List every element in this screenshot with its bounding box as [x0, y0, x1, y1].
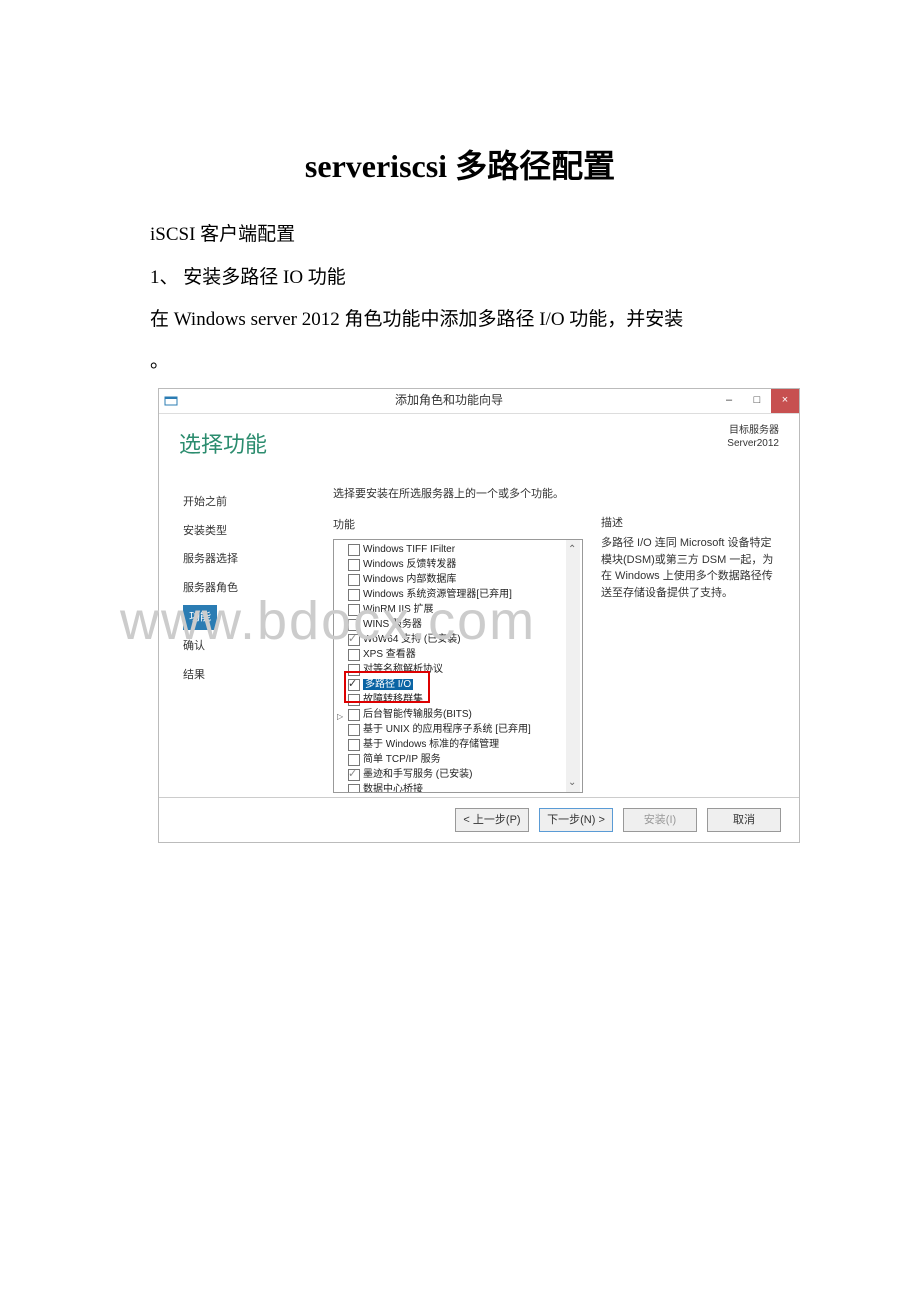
paragraph-desc: 在 Windows server 2012 角色功能中添加多路径 I/O 功能，…	[150, 302, 790, 338]
checkbox[interactable]	[348, 574, 360, 586]
checkbox[interactable]	[348, 739, 360, 751]
window-titlebar: 添加角色和功能向导 – □ ×	[159, 389, 799, 414]
checkbox-checked[interactable]	[348, 769, 360, 781]
description-label: 描述	[601, 515, 779, 532]
feature-item[interactable]: 基于 UNIX 的应用程序子系统 [已弃用]	[363, 724, 531, 735]
feature-item[interactable]: 基于 Windows 标准的存储管理	[363, 739, 499, 750]
feature-item[interactable]: 数据中心桥接	[363, 784, 423, 793]
description-text: 多路径 I/O 连同 Microsoft 设备特定模块(DSM)或第三方 DSM…	[601, 535, 779, 601]
checkbox[interactable]	[348, 724, 360, 736]
wizard-heading: 选择功能	[179, 424, 267, 466]
feature-item[interactable]: 对等名称解析协议	[363, 664, 443, 675]
features-listbox[interactable]: Windows TIFF IFilter Windows 反馈转发器 Windo…	[333, 539, 583, 793]
checkbox[interactable]	[348, 559, 360, 571]
feature-multipath-io[interactable]: 多路径 I/O	[363, 679, 413, 690]
feature-item[interactable]: 简单 TCP/IP 服务	[363, 754, 441, 765]
checkbox-checked[interactable]	[348, 679, 360, 691]
step-install-type[interactable]: 安装类型	[183, 517, 333, 546]
target-label: 目标服务器	[727, 424, 779, 437]
feature-item[interactable]: Windows TIFF IFilter	[363, 544, 455, 555]
checkbox[interactable]	[348, 784, 360, 794]
feature-item[interactable]: WINS 服务器	[363, 619, 422, 630]
step-result[interactable]: 结果	[183, 661, 333, 690]
wizard-steps: 开始之前 安装类型 服务器选择 服务器角色 功能 确认 结果	[159, 482, 333, 798]
install-button[interactable]: 安装(I)	[623, 808, 697, 832]
feature-item[interactable]: 后台智能传输服务(BITS)	[363, 709, 472, 720]
window-title: 添加角色和功能向导	[183, 389, 715, 412]
step-confirm[interactable]: 确认	[183, 632, 333, 661]
wizard-window: 添加角色和功能向导 – □ × 选择功能 目标服务器 Server2012	[158, 388, 800, 844]
target-value: Server2012	[727, 437, 779, 450]
wizard-prompt: 选择要安装在所选服务器上的一个或多个功能。	[333, 484, 787, 505]
checkbox[interactable]	[348, 709, 360, 721]
feature-item[interactable]: WinRM IIS 扩展	[363, 604, 434, 615]
previous-button[interactable]: < 上一步(P)	[455, 808, 529, 832]
checkbox[interactable]	[348, 604, 360, 616]
feature-item[interactable]: XPS 查看器	[363, 649, 416, 660]
step-features[interactable]: 功能	[183, 605, 217, 630]
checkbox[interactable]	[348, 619, 360, 631]
checkbox[interactable]	[348, 544, 360, 556]
feature-item[interactable]: Windows 系统资源管理器[已弃用]	[363, 589, 512, 600]
wizard-footer: < 上一步(P) 下一步(N) > 安装(I) 取消	[159, 798, 799, 842]
document-title: serveriscsi 多路径配置	[0, 141, 920, 187]
feature-item[interactable]: WoW64 支持 (已安装)	[363, 634, 461, 645]
close-button[interactable]: ×	[771, 389, 799, 413]
target-server-info: 目标服务器 Server2012	[727, 424, 779, 466]
checkbox[interactable]	[348, 589, 360, 601]
maximize-button[interactable]: □	[743, 389, 771, 413]
checkbox-checked[interactable]	[348, 634, 360, 646]
next-button[interactable]: 下一步(N) >	[539, 808, 613, 832]
checkbox[interactable]	[348, 664, 360, 676]
feature-item[interactable]: 墨迹和手写服务 (已安装)	[363, 769, 472, 780]
step-server-select[interactable]: 服务器选择	[183, 545, 333, 574]
step-server-roles[interactable]: 服务器角色	[183, 574, 333, 603]
checkbox[interactable]	[348, 694, 360, 706]
wizard-icon	[159, 394, 183, 408]
checkbox[interactable]	[348, 649, 360, 661]
step-before-begin[interactable]: 开始之前	[183, 488, 333, 517]
minimize-button[interactable]: –	[715, 389, 743, 413]
cancel-button[interactable]: 取消	[707, 808, 781, 832]
features-label: 功能	[333, 515, 583, 536]
paragraph-subtitle: iSCSI 客户端配置	[150, 217, 790, 253]
paragraph-desc-end: 。	[150, 344, 790, 380]
paragraph-step1: 1、 安装多路径 IO 功能	[150, 260, 790, 296]
checkbox[interactable]	[348, 754, 360, 766]
feature-item[interactable]: 故障转移群集	[363, 694, 423, 705]
feature-item[interactable]: Windows 内部数据库	[363, 574, 456, 585]
feature-item[interactable]: Windows 反馈转发器	[363, 559, 456, 570]
